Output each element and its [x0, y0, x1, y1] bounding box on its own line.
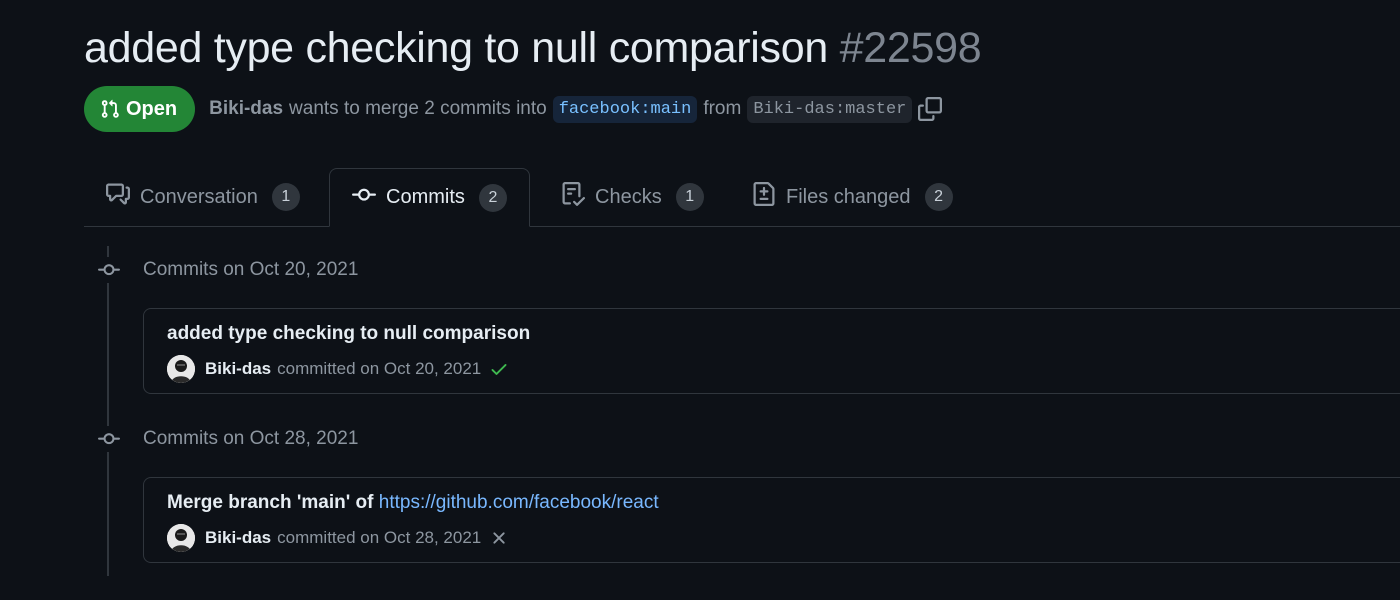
tab-counter: 1 [271, 183, 300, 211]
pr-meta-row: Open Biki-das wants to merge 2 commits i… [84, 86, 943, 132]
commit-title: Merge branch 'main' of https://github.co… [167, 492, 659, 514]
checklist-icon [561, 182, 586, 212]
commit-url-link[interactable]: https://github.com/facebook/react [379, 492, 659, 513]
page-title: added type checking to null comparison #… [84, 22, 982, 74]
avatar[interactable] [167, 524, 195, 552]
tab-counter: 2 [924, 183, 953, 211]
tab-counter: 2 [478, 183, 507, 212]
pull-request-page: added type checking to null comparison #… [0, 0, 1400, 600]
commit-group-date: Commits on Oct 28, 2021 [143, 428, 359, 449]
commit-title-link[interactable]: Merge branch 'main' of [167, 492, 373, 513]
pr-author-link[interactable]: Biki-das [209, 98, 283, 120]
commit-group-heading: Commits on Oct 20, 2021 [96, 257, 358, 283]
commit-meta: Biki-das committed on Oct 20, 2021 [167, 355, 509, 383]
commit-meta: Biki-das committed on Oct 28, 2021 [167, 524, 509, 552]
commit-date-text: committed on Oct 20, 2021 [277, 359, 482, 378]
tab-files-changed[interactable]: Files changed 2 [752, 168, 953, 226]
base-branch-label[interactable]: facebook:main [552, 95, 698, 123]
commit-group-date: Commits on Oct 20, 2021 [143, 259, 359, 280]
copy-icon[interactable] [918, 97, 943, 121]
tab-label: Commits [386, 186, 465, 208]
pr-title-text: added type checking to null comparison [84, 24, 828, 72]
x-icon[interactable] [489, 528, 509, 548]
tab-counter: 1 [675, 183, 704, 211]
avatar[interactable] [167, 355, 195, 383]
tab-label: Checks [595, 185, 662, 208]
status-badge-label: Open [126, 97, 178, 120]
commit-list-item: added type checking to null comparison B… [143, 308, 1400, 394]
head-branch-label[interactable]: Biki-das:master [747, 95, 913, 123]
commit-date-text: committed on Oct 28, 2021 [277, 528, 482, 547]
tab-label: Files changed [786, 185, 911, 208]
comment-discussion-icon [106, 182, 130, 212]
commit-author-link[interactable]: Biki-das [205, 359, 271, 379]
git-commit-icon [96, 426, 122, 452]
from-text: from [703, 98, 742, 119]
git-pull-request-icon [100, 99, 120, 119]
check-icon[interactable] [489, 359, 509, 379]
tab-checks[interactable]: Checks 1 [561, 168, 704, 226]
tab-conversation[interactable]: Conversation 1 [106, 168, 300, 226]
tab-label: Conversation [140, 185, 258, 208]
timeline-line [107, 246, 109, 576]
git-commit-icon [96, 257, 122, 283]
pr-tabs: Conversation 1 Commits 2 Checks 1 Files … [84, 168, 1400, 227]
merge-text: wants to merge 2 commits into [289, 98, 547, 119]
commit-author-link[interactable]: Biki-das [205, 528, 271, 548]
git-commit-icon [352, 183, 376, 213]
commit-group-heading: Commits on Oct 28, 2021 [96, 426, 358, 452]
pr-number: #22598 [839, 24, 982, 72]
file-diff-icon [752, 182, 776, 212]
status-badge: Open [84, 86, 196, 132]
tab-commits[interactable]: Commits 2 [329, 168, 530, 227]
commit-list-item: Merge branch 'main' of https://github.co… [143, 477, 1400, 563]
commit-title-link[interactable]: added type checking to null comparison [167, 323, 530, 345]
